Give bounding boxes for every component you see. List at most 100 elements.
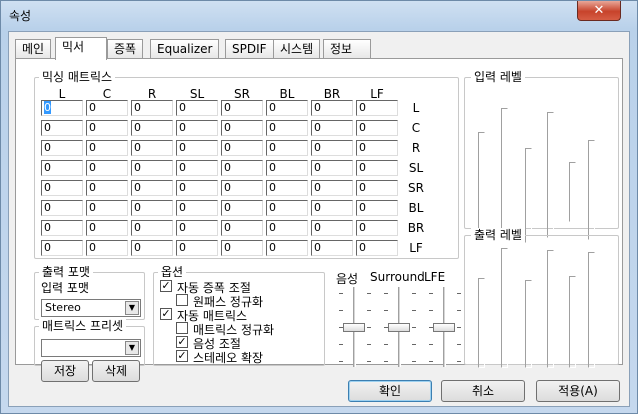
matrix-cell-input[interactable]: 0 (356, 100, 398, 116)
option-checkbox[interactable] (176, 294, 188, 306)
matrix-cell-input[interactable]: 0 (86, 100, 128, 116)
matrix-cell-input[interactable]: 0 (221, 120, 263, 136)
chevron-down-icon[interactable]: ▼ (125, 301, 139, 315)
matrix-cell-input[interactable]: 0 (311, 240, 353, 256)
matrix-cell-input[interactable]: 0 (41, 240, 83, 256)
matrix-cell-input[interactable]: 0 (266, 240, 308, 256)
matrix-cell-input[interactable]: 0 (86, 200, 128, 216)
matrix-cell-input[interactable]: 0 (311, 180, 353, 196)
matrix-cell-input[interactable]: 0 (131, 160, 173, 176)
tab-system[interactable]: 시스템 (273, 39, 321, 59)
matrix-cell-value: 0 (314, 141, 321, 154)
matrix-cell-input[interactable]: 0 (41, 100, 83, 116)
apply-button[interactable]: 적용(A) (536, 380, 620, 402)
matrix-cell-input[interactable]: 0 (86, 180, 128, 196)
matrix-cell-value: 0 (224, 161, 231, 174)
matrix-cell-input[interactable]: 0 (176, 240, 218, 256)
matrix-cell-input[interactable]: 0 (221, 200, 263, 216)
matrix-cell-input[interactable]: 0 (131, 240, 173, 256)
matrix-cell-input[interactable]: 0 (266, 220, 308, 236)
matrix-cell-input[interactable]: 0 (86, 120, 128, 136)
matrix-cell-input[interactable]: 0 (221, 140, 263, 156)
matrix-cell-input[interactable]: 0 (176, 160, 218, 176)
tab-amplify[interactable]: 증폭 (107, 39, 144, 59)
matrix-cell-input[interactable]: 0 (86, 140, 128, 156)
tab-info[interactable]: 정보 (323, 39, 371, 59)
matrix-cell-input[interactable]: 0 (311, 200, 353, 216)
matrix-cell-input[interactable]: 0 (176, 100, 218, 116)
matrix-cell-input[interactable]: 0 (266, 160, 308, 176)
matrix-cell-input[interactable]: 0 (356, 120, 398, 136)
chevron-down-icon[interactable]: ▼ (125, 341, 139, 355)
tab-spdif[interactable]: SPDIF (225, 39, 274, 59)
matrix-cell-value: 0 (359, 201, 366, 214)
matrix-cell-input[interactable]: 0 (311, 160, 353, 176)
option-checkbox[interactable]: ✓ (176, 336, 188, 348)
matrix-cell-input[interactable]: 0 (131, 100, 173, 116)
matrix-cell-input[interactable]: 0 (41, 120, 83, 136)
matrix-cell-input[interactable]: 0 (266, 180, 308, 196)
preset-delete-button[interactable]: 삭제 (92, 360, 140, 382)
slider-thumb[interactable] (343, 323, 365, 332)
matrix-cell-input[interactable]: 0 (131, 220, 173, 236)
matrix-cell-input[interactable]: 0 (356, 180, 398, 196)
matrix-cell-input[interactable]: 0 (41, 160, 83, 176)
matrix-cell-input[interactable]: 0 (266, 120, 308, 136)
preset-save-button[interactable]: 저장 (41, 360, 89, 382)
matrix-cell-input[interactable]: 0 (311, 140, 353, 156)
matrix-row-header: BL (408, 201, 424, 215)
cancel-button[interactable]: 취소 (441, 380, 525, 402)
matrix-cell-input[interactable]: 0 (266, 140, 308, 156)
tab-mixer[interactable]: 믹서 (55, 37, 107, 60)
matrix-cell-input[interactable]: 0 (41, 180, 83, 196)
options-legend: 옵션 (158, 265, 187, 279)
slider-thumb[interactable] (433, 323, 455, 332)
matrix-cell-input[interactable]: 0 (356, 200, 398, 216)
matrix-cell-input[interactable]: 0 (266, 200, 308, 216)
matrix-cell-input[interactable]: 0 (266, 100, 308, 116)
matrix-cell-input[interactable]: 0 (221, 100, 263, 116)
tab-equalizer[interactable]: Equalizer (150, 39, 220, 59)
matrix-cell-input[interactable]: 0 (131, 180, 173, 196)
matrix-cell-value: 0 (89, 141, 96, 154)
matrix-cell-input[interactable]: 0 (176, 140, 218, 156)
matrix-cell-input[interactable]: 0 (176, 120, 218, 136)
ok-button[interactable]: 확인 (348, 380, 432, 402)
matrix-cell-input[interactable]: 0 (221, 240, 263, 256)
matrix-cell-input[interactable]: 0 (311, 120, 353, 136)
matrix-preset-select[interactable]: ▼ (41, 339, 141, 357)
matrix-cell-value: 0 (44, 121, 51, 134)
matrix-cell-input[interactable]: 0 (131, 120, 173, 136)
input-format-select[interactable]: Stereo ▼ (41, 299, 141, 317)
matrix-cell-input[interactable]: 0 (131, 200, 173, 216)
matrix-cell-input[interactable]: 0 (311, 220, 353, 236)
matrix-cell-input[interactable]: 0 (131, 140, 173, 156)
option-checkbox[interactable]: ✓ (176, 350, 188, 362)
matrix-cell-input[interactable]: 0 (356, 220, 398, 236)
matrix-cell-input[interactable]: 0 (356, 140, 398, 156)
matrix-cell-input[interactable]: 0 (41, 200, 83, 216)
matrix-cell-input[interactable]: 0 (221, 180, 263, 196)
matrix-cell-input[interactable]: 0 (221, 220, 263, 236)
matrix-cell-input[interactable]: 0 (86, 160, 128, 176)
matrix-cell-input[interactable]: 0 (86, 220, 128, 236)
matrix-cell-input[interactable]: 0 (86, 240, 128, 256)
matrix-cell-input[interactable]: 0 (356, 240, 398, 256)
option-checkbox[interactable]: ✓ (160, 280, 172, 292)
matrix-cell-input[interactable]: 0 (356, 160, 398, 176)
matrix-cell-input[interactable]: 0 (176, 180, 218, 196)
close-button[interactable]: ✕ (577, 1, 621, 21)
matrix-cell-input[interactable]: 0 (311, 100, 353, 116)
matrix-cell-value: 0 (44, 241, 51, 254)
matrix-cell-input[interactable]: 0 (221, 160, 263, 176)
slider-thumb[interactable] (388, 323, 410, 332)
slider-tick (412, 293, 416, 294)
matrix-cell-value: 0 (269, 121, 276, 134)
option-checkbox[interactable] (176, 322, 188, 334)
matrix-cell-input[interactable]: 0 (176, 220, 218, 236)
matrix-cell-input[interactable]: 0 (176, 200, 218, 216)
matrix-cell-input[interactable]: 0 (41, 140, 83, 156)
matrix-cell-input[interactable]: 0 (41, 220, 83, 236)
option-checkbox[interactable]: ✓ (160, 308, 172, 320)
tab-main[interactable]: 메인 (15, 39, 52, 59)
